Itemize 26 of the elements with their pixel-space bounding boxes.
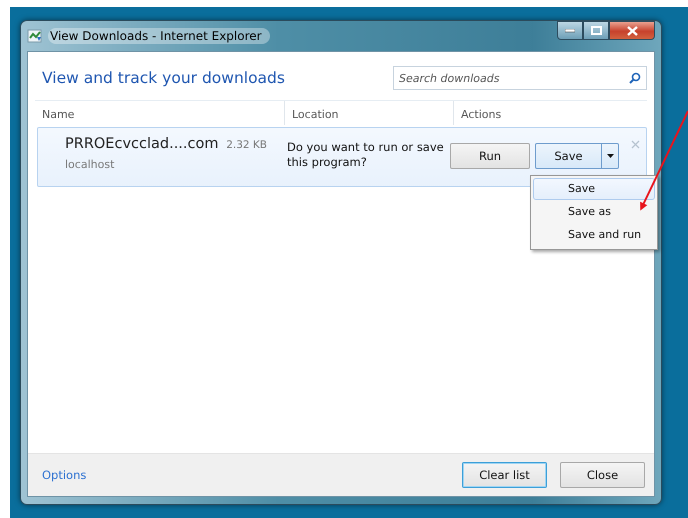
run-button[interactable]: Run [450, 143, 530, 169]
minimize-icon [565, 28, 575, 32]
file-size: 2.32 KB [226, 139, 267, 151]
minimize-button[interactable] [557, 21, 583, 40]
options-link[interactable]: Options [42, 468, 86, 482]
column-header: Name [35, 101, 285, 125]
column-header: Location [285, 101, 454, 125]
file-name: PRROEcvcclad....com [65, 136, 218, 152]
downloads-icon [27, 28, 43, 44]
close-window-button[interactable] [609, 21, 655, 40]
window-title: View Downloads - Internet Explorer [48, 28, 270, 44]
search-field[interactable]: Search downloads [393, 66, 647, 90]
caret-icon [606, 154, 614, 158]
file-source: localhost [65, 158, 116, 171]
footer-button[interactable]: Clear list [462, 462, 547, 488]
maximize-icon [590, 26, 602, 35]
column-header: Actions [460, 107, 502, 123]
menu-item[interactable]: Save as [533, 201, 655, 223]
menu-item[interactable]: Save and run [533, 224, 655, 246]
download-prompt: Do you want to run or save this program? [287, 140, 444, 169]
menu-item[interactable]: Save [533, 178, 655, 200]
page-heading: View and track your downloads [42, 69, 285, 87]
footer-button[interactable]: Close [560, 462, 645, 488]
close-icon [626, 26, 638, 36]
search-icon [629, 72, 641, 84]
maximize-button[interactable] [583, 21, 609, 40]
